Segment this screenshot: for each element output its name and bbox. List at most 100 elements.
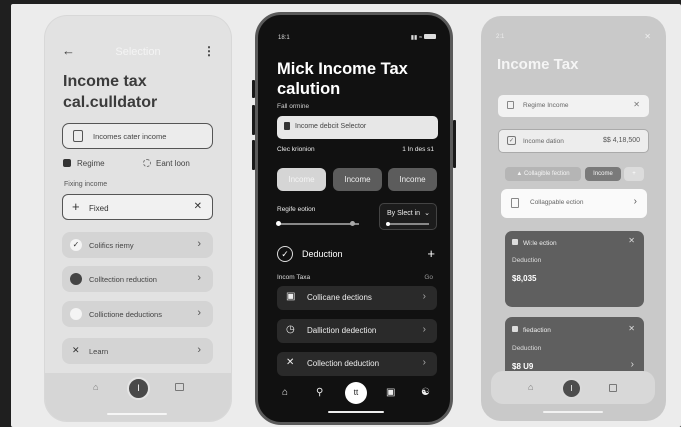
- search-icon[interactable]: ⚲: [316, 387, 323, 398]
- bag-icon[interactable]: [175, 383, 184, 391]
- collapsible-label: Collagpable ection: [530, 199, 584, 206]
- close-icon[interactable]: ✕: [628, 324, 635, 333]
- list-item-label: Collictione deductions: [89, 310, 162, 319]
- regime-label-text: Regime: [77, 159, 105, 168]
- square-icon: [512, 239, 518, 245]
- radio-icon: [143, 159, 151, 167]
- list-item[interactable]: Collictione deductions ›: [62, 301, 213, 327]
- regime-slider[interactable]: [277, 223, 359, 225]
- clear-icon[interactable]: ✕: [194, 201, 202, 212]
- deduction-row-label: Dalliction dedection: [307, 326, 377, 335]
- deduction-card-label: Deduction: [512, 257, 542, 264]
- dropdown-label: By Slect in: [387, 210, 421, 217]
- add-chip[interactable]: +: [624, 167, 644, 181]
- fixed-input[interactable]: + Fixed ✕: [62, 194, 213, 220]
- fab-button[interactable]: tt: [345, 382, 367, 404]
- status-time: 18:1: [278, 35, 290, 41]
- list-item[interactable]: ✓ Colifics riemy ›: [62, 232, 213, 258]
- check-value: 1 In des s1: [402, 146, 434, 153]
- chevron-right-icon: ›: [630, 359, 634, 370]
- dropdown-slider: [387, 223, 429, 225]
- square-icon: [512, 326, 518, 332]
- section-tag: Go: [424, 274, 433, 281]
- regime-income-card[interactable]: Regime Income ✕: [498, 95, 649, 117]
- deduction-row[interactable]: ▣ Collicane dections ›: [277, 286, 437, 310]
- collapsible-section[interactable]: Collagpable ection ›: [501, 189, 647, 218]
- deduction-row-label: Collicane dections: [307, 293, 372, 302]
- regime-option-text: Eant loon: [156, 159, 190, 168]
- home-indicator: [107, 413, 167, 415]
- deduction-toggle[interactable]: ✓ Deduction +: [277, 244, 437, 268]
- close-icon[interactable]: ✕: [628, 236, 635, 245]
- document-icon: [73, 130, 83, 142]
- chevron-right-icon: ›: [422, 291, 426, 302]
- income-dation-value: $$ 4,18,500: [603, 137, 640, 144]
- people-icon[interactable]: ☯: [421, 387, 430, 398]
- home-icon[interactable]: ⌂: [528, 382, 533, 392]
- deduction-title: Deduction: [302, 249, 343, 259]
- deduction-row[interactable]: ✕ Collection deduction ›: [277, 352, 437, 376]
- income-dation-label: Income dation: [523, 138, 564, 145]
- list-item-label: Colltection reduction: [89, 275, 157, 284]
- bag-icon[interactable]: [609, 384, 617, 392]
- status-icons: ▮▮ ≈: [411, 34, 436, 41]
- list-item[interactable]: Colltection reduction ›: [62, 266, 213, 292]
- deduction-card-title-text: fiedaction: [523, 327, 551, 334]
- income-selector-text: Income debcit Selector: [295, 123, 367, 130]
- income-dation-card[interactable]: ✓ Income dation $$ 4,18,500: [498, 129, 649, 153]
- regime-icon: [63, 159, 71, 167]
- chevron-right-icon: ›: [197, 238, 201, 250]
- chevron-right-icon: ›: [633, 196, 637, 207]
- home-indicator: [543, 411, 603, 413]
- side-button: [453, 120, 456, 168]
- deduction-card[interactable]: Wi:le ection ✕ Deduction $8,035: [505, 231, 644, 307]
- income-chip[interactable]: Income: [585, 167, 621, 181]
- income-selector[interactable]: Income debcit Selector: [277, 116, 438, 139]
- home-icon[interactable]: ⌂: [93, 382, 98, 392]
- add-icon[interactable]: +: [427, 246, 435, 261]
- page-title: Income tax cal.culldator: [63, 73, 158, 111]
- right-phone: 2:1 ✕ Income Tax Regime Income ✕ ✓ Incom…: [481, 16, 666, 421]
- drop-icon: ▲: [516, 171, 523, 177]
- close-icon: ✕: [286, 357, 295, 368]
- fab-button[interactable]: I: [127, 377, 150, 400]
- sub-label: Fall ormine: [277, 103, 310, 110]
- home-icon[interactable]: ⌂: [282, 387, 288, 398]
- select-dropdown[interactable]: By Slect in ⌄: [379, 203, 437, 230]
- close-icon[interactable]: ✕: [644, 32, 651, 41]
- bag-icon[interactable]: ▣: [386, 387, 395, 398]
- fab-button[interactable]: I: [561, 378, 582, 399]
- page-title: Income Tax: [497, 56, 579, 73]
- regime-label: Regime: [63, 159, 105, 168]
- regime-income-label: Regime Income: [523, 102, 569, 109]
- deduction-row[interactable]: ◷ Dalliction dedection ›: [277, 319, 437, 343]
- list-item-label: Colifics riemy: [89, 241, 134, 250]
- close-icon[interactable]: ✕: [633, 100, 640, 109]
- income-pill[interactable]: Income: [333, 168, 382, 191]
- income-pill[interactable]: Income: [388, 168, 437, 191]
- slider-handle[interactable]: [276, 221, 281, 226]
- close-icon: ✕: [72, 345, 80, 355]
- collagible-chip[interactable]: ▲ Collagible fection: [505, 167, 581, 181]
- collagible-chip-label: Collagible fection: [523, 171, 570, 177]
- clock-icon: ◷: [286, 324, 295, 335]
- home-indicator: [328, 411, 384, 413]
- doc-icon: ▣: [286, 291, 296, 302]
- slider-label: Regife eotion: [277, 206, 316, 213]
- list-item-label: Learn: [89, 347, 109, 356]
- income-input[interactable]: Incomes cater income: [62, 123, 213, 149]
- document-icon: [511, 198, 519, 208]
- chevron-right-icon: ›: [422, 357, 426, 368]
- check-circle-icon: ✓: [277, 246, 293, 262]
- slider-handle[interactable]: [350, 221, 355, 226]
- deduction-card-label: Deduction: [512, 345, 542, 352]
- wifi-icon: ≈: [419, 35, 423, 41]
- dropdown-slider-dot: [386, 222, 390, 226]
- deduction-card-title: fiedaction: [512, 326, 551, 334]
- list-item[interactable]: ✕ Learn ›: [62, 338, 213, 364]
- income-pill[interactable]: Income: [277, 168, 326, 191]
- regime-option[interactable]: Eant loon: [143, 159, 190, 168]
- dark-circle-icon: [70, 273, 82, 285]
- more-icon[interactable]: ⋮: [203, 44, 215, 58]
- deduction-card-title-text: Wi:le ection: [523, 240, 557, 247]
